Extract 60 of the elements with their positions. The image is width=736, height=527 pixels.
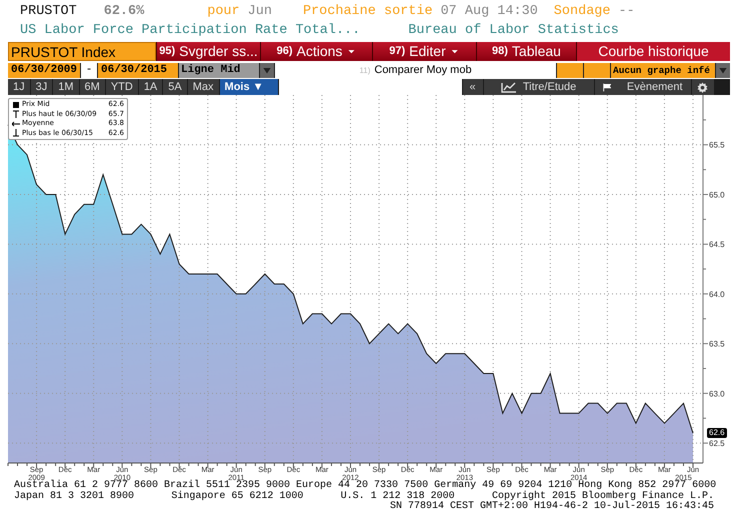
period-button[interactable]: 6M [80,79,105,95]
last-value-tag: 62.6 [707,428,727,438]
frequency-dropdown[interactable]: Mois ▼ [220,79,278,95]
average-marker-icon [12,120,20,128]
overlay-field[interactable]: Aucun graphe infé [611,63,715,78]
source-name: Bureau of Labor Statistics [408,22,619,40]
footer-text: Australia 61 2 9777 8600 Brazil 5511 2395 9000 Europe 44 20 7330 7500 Germany 49 69 9204 1210 Hong Kong 852 2977 6000 [14,481,716,491]
axis-label: 65.5 [709,140,725,150]
period-button[interactable]: 5A [163,79,187,95]
field-value: Jun [248,3,272,21]
line-chart-icon [500,82,517,92]
axis-label: 65.0 [709,190,725,200]
current-value: 62.6% [104,3,144,21]
field-value: -- [618,3,635,21]
axis-label: 64.0 [709,290,725,299]
start-date-field[interactable]: 06/30/2009 [8,63,80,78]
option-field[interactable] [557,63,583,78]
settings-button[interactable] [692,79,714,95]
period-button[interactable]: 1J [8,79,30,95]
dropdown-icon[interactable] [716,63,730,78]
axis-label: 64.5 [709,240,725,250]
period-button[interactable]: YTD [106,79,138,95]
footer-text: Copyright 2015 Bloomberg Finance L.P. [492,492,714,502]
title-button[interactable]: Titre/Etude [484,79,594,95]
flag-icon [602,82,611,92]
menu-button[interactable]: 96) Actions [260,42,372,61]
end-date-field[interactable]: 06/30/2015 [98,63,178,78]
security-field[interactable]: PRUSTOT Index [8,42,156,61]
footer-text: Japan 81 3 3201 8900 [14,492,134,502]
period-button[interactable]: 1A [138,79,162,95]
axis-label: 63.5 [709,340,725,349]
menu-button[interactable]: 98) Tableau [476,42,576,61]
square-icon [12,100,20,109]
dropdown-icon[interactable] [260,63,274,78]
field-value: 07 Aug 14:30 [440,3,538,21]
ticker-symbol: PRUSTOT [20,3,77,21]
footer-text: SN 778914 CEST GMT+2:00 H194-46-2 10-Jul-2015 16:43:45 [390,502,714,512]
settings-icon [697,82,708,92]
option-field[interactable] [584,63,610,78]
event-button[interactable]: Evènement [594,79,691,95]
axis-label: 62.5 [709,439,725,448]
line-type-field[interactable]: Ligne Mid [179,63,259,78]
collapse-button[interactable]: « [462,79,483,95]
footer-text: Singapore 65 6212 1000 [171,492,304,502]
field-label: pour [207,3,240,21]
menu-button[interactable]: 95) Svgrder ss... [156,42,260,61]
low-marker-icon [12,129,20,138]
high-marker-icon [12,110,20,118]
axis-label: 63.0 [709,389,725,398]
series-description: US Labor Force Participation Rate Total... [20,22,360,40]
date-separator: - [81,63,97,78]
menu-button[interactable]: 97) Editer [372,42,476,61]
period-button[interactable]: 3J [30,79,52,95]
period-button[interactable]: Max [188,79,219,95]
function-button[interactable]: Courbe historique [576,42,730,61]
field-label: Prochaine sortie [302,3,433,21]
period-button[interactable]: 1M [53,79,79,95]
footer-text: U.S. 1 212 318 2000 [340,492,455,502]
field-label: Sondage [554,3,611,21]
compare-field[interactable]: 11) Comparer Moy mob [275,63,556,78]
